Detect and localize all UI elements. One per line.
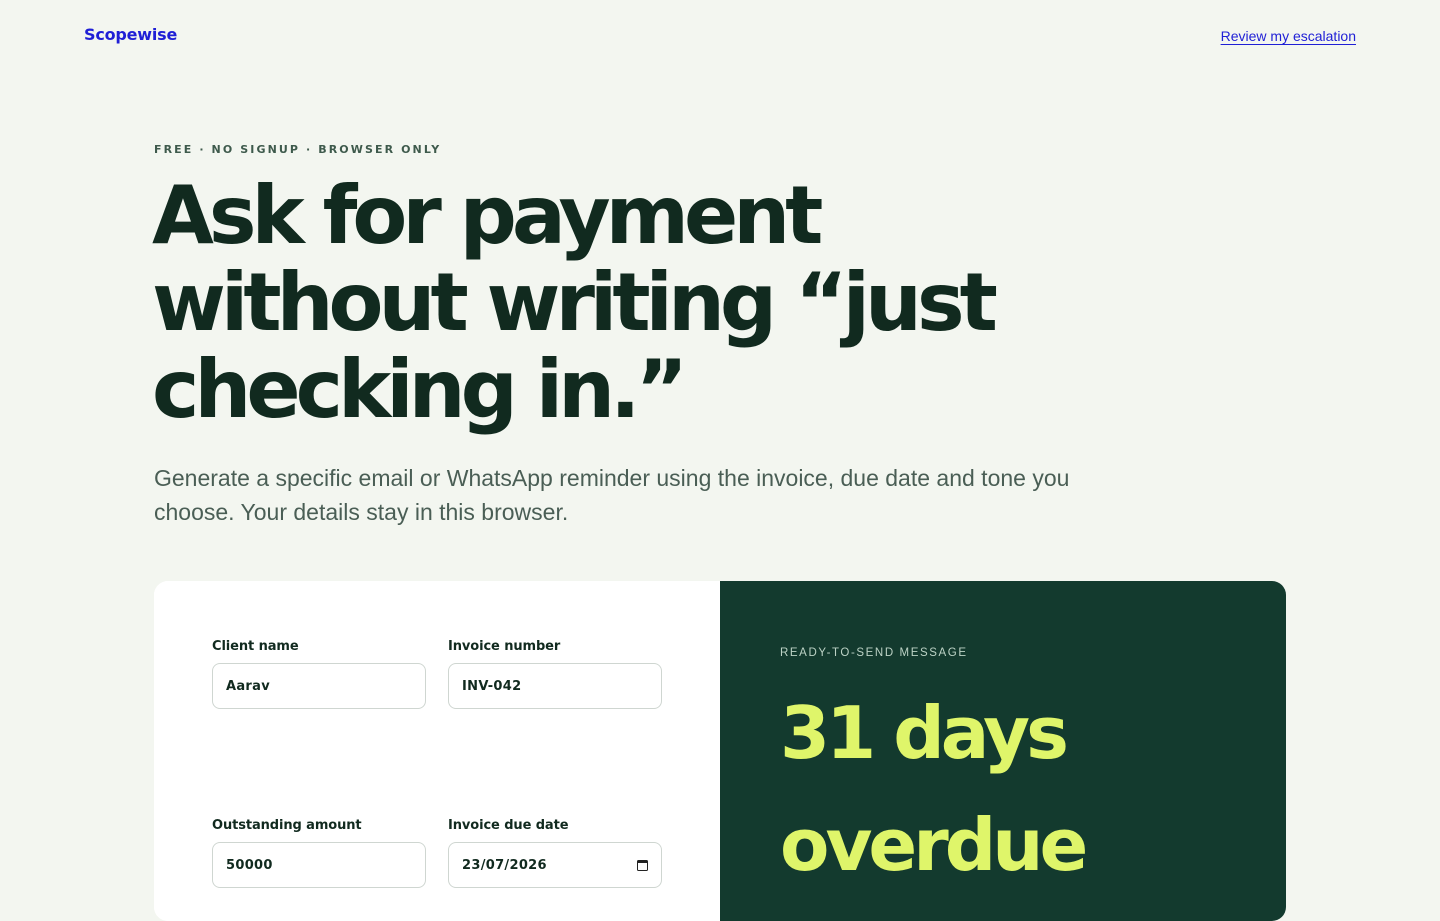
client-name-value: Aarav bbox=[226, 678, 270, 694]
review-escalation-link[interactable]: Review my escalation bbox=[1221, 28, 1356, 44]
outstanding-amount-field: Outstanding amount 50000 bbox=[212, 818, 426, 888]
reminder-generator-card: Client name Aarav Invoice number INV-042… bbox=[154, 581, 1286, 921]
invoice-number-field: Invoice number INV-042 bbox=[448, 639, 662, 709]
calendar-icon[interactable] bbox=[637, 859, 648, 871]
invoice-due-date-label: Invoice due date bbox=[448, 818, 569, 833]
invoice-number-value: INV-042 bbox=[462, 678, 522, 694]
invoice-number-input[interactable]: INV-042 bbox=[448, 663, 662, 709]
invoice-due-date-value: 23/07/2026 bbox=[462, 857, 547, 873]
hero-subhead: Generate a specific email or WhatsApp re… bbox=[154, 465, 1070, 525]
client-name-input[interactable]: Aarav bbox=[212, 663, 426, 709]
client-name-label: Client name bbox=[212, 639, 299, 654]
invoice-due-date-field: Invoice due date 23/07/2026 bbox=[448, 818, 662, 888]
outstanding-amount-value: 50000 bbox=[226, 857, 273, 873]
message-preview-panel: READY-TO-SEND MESSAGE 31 days overdue bbox=[720, 581, 1286, 921]
outstanding-amount-input[interactable]: 50000 bbox=[212, 842, 426, 888]
invoice-due-date-input[interactable]: 23/07/2026 bbox=[448, 842, 662, 888]
outstanding-amount-label: Outstanding amount bbox=[212, 818, 362, 833]
invoice-form: Client name Aarav Invoice number INV-042… bbox=[154, 581, 720, 921]
ready-message-label: READY-TO-SEND MESSAGE bbox=[780, 647, 968, 659]
client-name-field: Client name Aarav bbox=[212, 639, 426, 709]
hero-eyebrow: FREE · NO SIGNUP · BROWSER ONLY bbox=[154, 143, 442, 156]
top-bar: Scopewise Review my escalation bbox=[0, 0, 1440, 72]
hero-headline: Ask for payment without writing “just ch… bbox=[152, 169, 998, 436]
overdue-headline: 31 days overdue bbox=[780, 691, 1088, 887]
invoice-number-label: Invoice number bbox=[448, 639, 561, 654]
brand-logo[interactable]: Scopewise bbox=[84, 25, 177, 44]
